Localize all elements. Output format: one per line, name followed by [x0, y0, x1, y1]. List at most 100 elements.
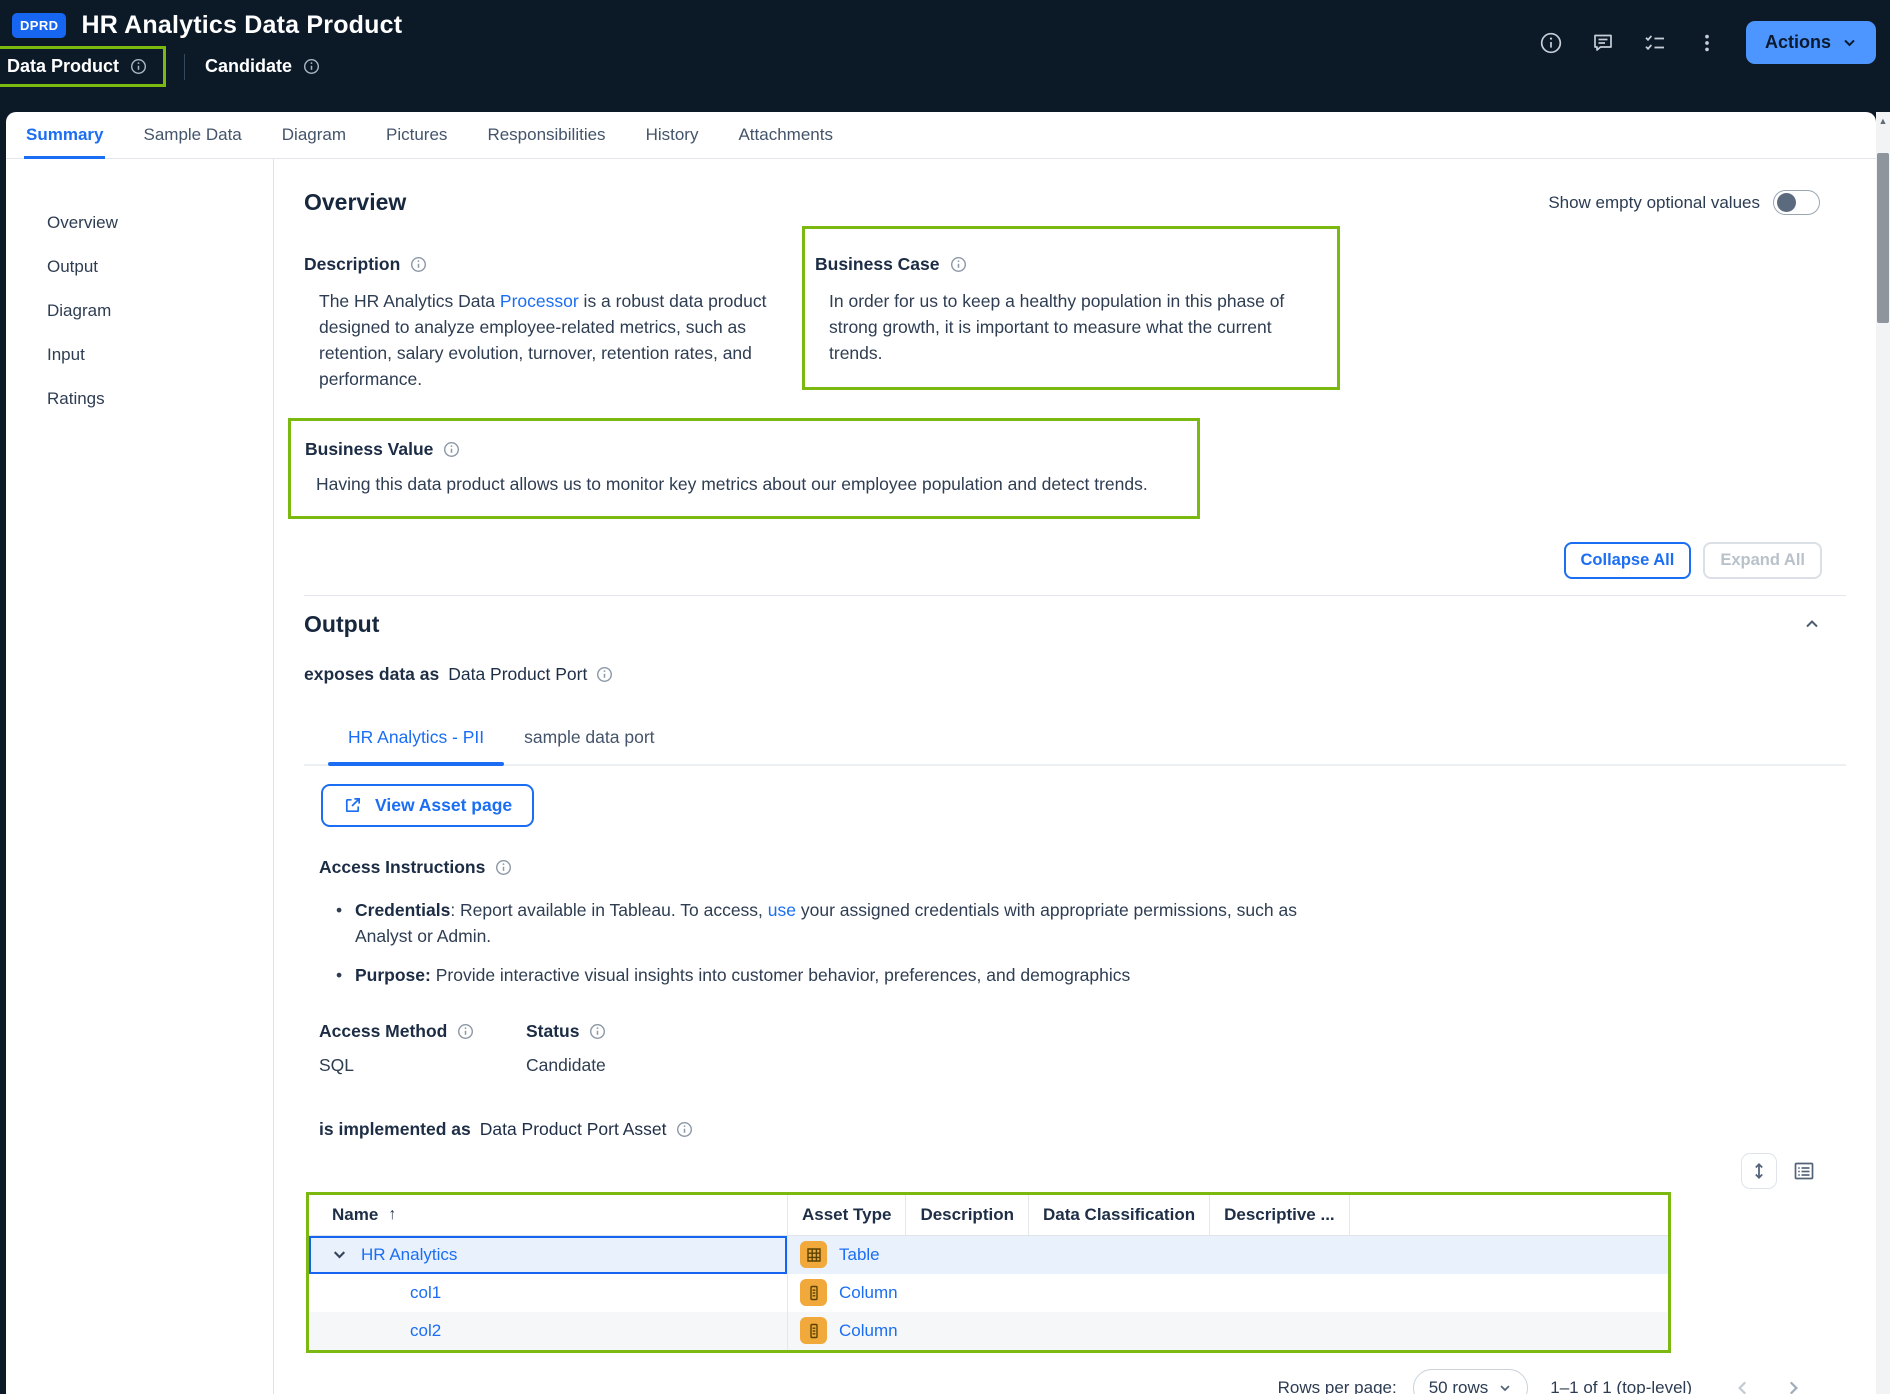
status-field: Status Candidate — [526, 1021, 606, 1076]
main-tab[interactable]: Diagram — [282, 112, 346, 158]
column-header[interactable]: Description — [906, 1195, 1029, 1235]
info-icon[interactable] — [303, 58, 320, 75]
main-tab[interactable]: Sample Data — [143, 112, 241, 158]
view-asset-page-button[interactable]: View Asset page — [321, 784, 534, 827]
description-label: Description — [304, 254, 400, 275]
info-icon[interactable] — [495, 859, 512, 876]
chevron-down-icon — [1498, 1381, 1512, 1394]
divider — [304, 595, 1846, 596]
comments-icon[interactable] — [1582, 21, 1624, 64]
info-icon[interactable] — [443, 441, 460, 458]
table-row[interactable]: col2 Column — [309, 1312, 1668, 1350]
chevron-down-icon — [1842, 35, 1857, 50]
exposes-data-as-label: exposes data as — [304, 664, 439, 685]
pagination-range: 1–1 of 1 (top-level) — [1550, 1378, 1692, 1394]
business-value-label: Business Value — [305, 439, 433, 460]
collapse-section-icon[interactable] — [1802, 614, 1822, 634]
column-asset-icon — [800, 1279, 827, 1306]
main-tab[interactable]: Responsibilities — [487, 112, 605, 158]
rows-per-page-label: Rows per page: — [1278, 1378, 1397, 1394]
access-method-field: Access Method SQL — [319, 1021, 526, 1076]
divider — [184, 54, 185, 80]
info-circle-icon[interactable] — [1530, 21, 1572, 64]
asset-type-link[interactable]: Column — [839, 1321, 898, 1341]
description-cell — [1017, 1274, 1247, 1312]
sidebar-item[interactable]: Ratings — [6, 377, 273, 421]
vertical-scrollbar[interactable]: ▲ — [1876, 112, 1890, 1394]
expand-all-button[interactable]: Expand All — [1703, 542, 1822, 579]
asset-name-link[interactable]: col2 — [410, 1321, 441, 1341]
scroll-up-icon[interactable]: ▲ — [1876, 112, 1890, 129]
sidebar-item[interactable]: Output — [6, 245, 273, 289]
port-tab[interactable]: sample data port — [504, 725, 674, 764]
column-header[interactable]: Data Classification — [1029, 1195, 1210, 1235]
info-icon[interactable] — [950, 256, 967, 273]
asset-type-badge: DPRD — [12, 13, 66, 38]
table-asset-icon — [800, 1241, 827, 1268]
toggle-label: Show empty optional values — [1548, 193, 1760, 213]
access-method-label: Access Method — [319, 1021, 447, 1042]
sidebar-item[interactable]: Overview — [6, 201, 273, 245]
column-header-name[interactable]: Name ↑ — [309, 1195, 788, 1235]
main-tab[interactable]: Pictures — [386, 112, 447, 158]
main-tab[interactable]: Summary — [26, 112, 103, 158]
next-page-icon[interactable] — [1776, 1371, 1810, 1394]
descriptive-cell — [1482, 1312, 1668, 1350]
sort-ascending-icon[interactable]: ↑ — [388, 1206, 396, 1224]
business-case-text: In order for us to keep a healthy popula… — [829, 289, 1323, 367]
description-cell — [1017, 1312, 1247, 1350]
descriptive-cell — [1482, 1274, 1668, 1312]
table-row[interactable]: HR Analytics Table — [309, 1236, 1668, 1274]
description-text: The HR Analytics Data Processor is a rob… — [319, 289, 779, 393]
status-field-value: Candidate — [526, 1055, 606, 1076]
info-icon[interactable] — [410, 256, 427, 273]
show-empty-values-toggle[interactable] — [1773, 190, 1820, 215]
info-icon[interactable] — [457, 1023, 474, 1040]
asset-type-label: Data Product — [7, 56, 119, 77]
asset-name-link[interactable]: HR Analytics — [361, 1245, 457, 1265]
description-section: Description The HR Analytics Data Proces… — [304, 254, 779, 393]
business-value-section: Business Value Having this data product … — [288, 418, 1200, 519]
table-row[interactable]: col1 Column — [309, 1274, 1668, 1312]
data-classification-cell — [1247, 1274, 1482, 1312]
main-tab[interactable]: History — [646, 112, 699, 158]
sidebar-item[interactable]: Diagram — [6, 289, 273, 333]
info-icon[interactable] — [676, 1121, 693, 1138]
port-asset-table: Name ↑ Asset Type Description Data Class… — [306, 1192, 1671, 1353]
main-tab[interactable]: Attachments — [738, 112, 833, 158]
asset-type-link[interactable]: Table — [839, 1245, 880, 1265]
app-header: DPRD HR Analytics Data Product Data Prod… — [0, 0, 1890, 112]
processor-link[interactable]: Processor — [500, 291, 579, 311]
column-settings-icon[interactable] — [1790, 1157, 1818, 1185]
list-item: Credentials: Report available in Tableau… — [334, 897, 1314, 950]
chevron-down-icon[interactable] — [331, 1246, 348, 1263]
data-product-type-highlight: Data Product — [0, 46, 166, 87]
actions-button[interactable]: Actions — [1746, 21, 1876, 64]
port-tab[interactable]: HR Analytics - PII — [328, 725, 504, 764]
overview-heading: Overview — [304, 189, 406, 216]
info-icon[interactable] — [589, 1023, 606, 1040]
access-method-value: SQL — [319, 1055, 526, 1076]
scrollbar-thumb[interactable] — [1877, 153, 1889, 323]
data-classification-cell — [1247, 1312, 1482, 1350]
row-height-icon[interactable] — [1741, 1153, 1777, 1189]
asset-name-link[interactable]: col1 — [410, 1283, 441, 1303]
description-cell — [1017, 1236, 1247, 1274]
sidebar-item[interactable]: Input — [6, 333, 273, 377]
previous-page-icon[interactable] — [1726, 1371, 1760, 1394]
asset-type-link[interactable]: Column — [839, 1283, 898, 1303]
main-panel: Summary Sample Data Diagram Pictures Res… — [6, 112, 1876, 1394]
rows-per-page-select[interactable]: 50 rows — [1413, 1369, 1529, 1394]
page-title: HR Analytics Data Product — [81, 11, 402, 40]
column-header[interactable]: Asset Type — [788, 1195, 906, 1235]
kebab-menu-icon[interactable] — [1686, 21, 1728, 64]
port-asset-label: Data Product Port Asset — [480, 1119, 667, 1140]
info-icon[interactable] — [596, 666, 613, 683]
main-tabbar: Summary Sample Data Diagram Pictures Res… — [6, 112, 1876, 159]
use-link[interactable]: use — [768, 900, 796, 920]
column-header[interactable]: Descriptive ... — [1210, 1195, 1350, 1235]
checklist-icon[interactable] — [1634, 21, 1676, 64]
collapse-all-button[interactable]: Collapse All — [1564, 542, 1692, 579]
data-classification-cell — [1247, 1236, 1482, 1274]
info-icon[interactable] — [130, 58, 147, 75]
